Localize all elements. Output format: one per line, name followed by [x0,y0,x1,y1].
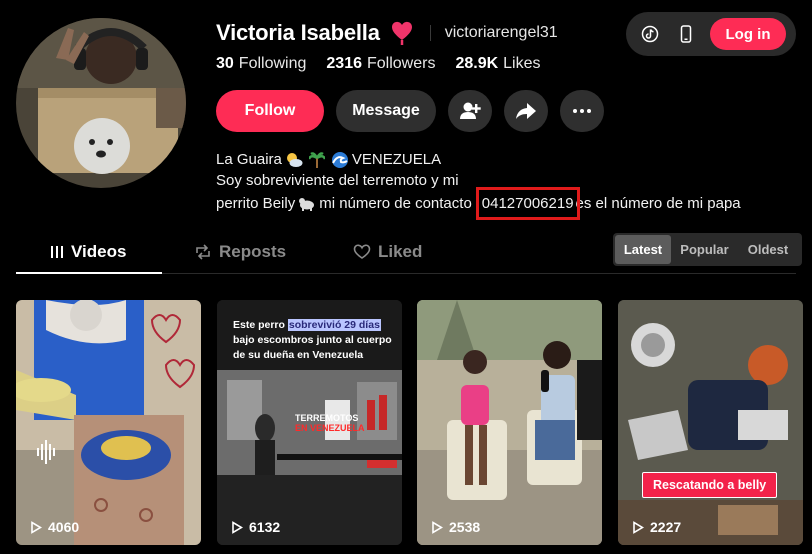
sort-latest[interactable]: Latest [615,235,671,264]
video-thumbnail [618,300,803,545]
video-card[interactable]: Rescatando a belly 2227 [618,300,803,545]
tab-reposts-label: Reposts [219,242,287,261]
contact-number-highlight: 04127006219 [475,187,580,220]
sun-cloud-emoji-icon [286,152,303,167]
video-caption-overlay: Este perro sobrevivió 29 días bajo escom… [233,318,393,363]
following-stat[interactable]: 30 Following [216,55,306,73]
video-thumbnail [417,300,602,545]
tab-liked[interactable]: Liked [353,230,422,274]
likes-stat: 28.9K Likes [455,55,540,73]
video-card[interactable]: 2538 [417,300,602,545]
video-thumbnail [16,300,201,545]
share-button[interactable] [504,90,548,132]
sort-popular[interactable]: Popular [671,235,738,264]
likes-label: Likes [503,55,541,72]
profile-actions: Follow Message [216,90,604,132]
heart-outline-icon [353,244,371,259]
likes-count: 28.9K [455,55,499,72]
following-count: 30 [216,55,234,72]
follow-button[interactable]: Follow [216,90,324,132]
bio-location: La Guaira [216,151,282,168]
add-user-icon [460,102,481,119]
tiktok-logo-icon [641,25,659,43]
tab-liked-label: Liked [378,242,423,261]
top-right-bar: Log in [626,12,796,56]
view-count-value: 2227 [650,519,682,535]
play-outline-icon [633,520,644,534]
play-outline-icon [232,520,243,534]
followers-count: 2316 [326,55,362,72]
tab-reposts[interactable]: Reposts [194,230,286,274]
heart-emoji-icon [391,21,412,45]
video-card[interactable]: Este perro sobrevivió 29 días bajo escom… [217,300,402,545]
mobile-phone-icon [680,25,692,43]
wave-emoji-icon [331,151,348,168]
bio-contact-note: es el número de mi papa [575,195,741,212]
view-count-value: 4060 [48,519,80,535]
display-name: Victoria Isabella [216,20,380,45]
caption-highlight: sobrevivió 29 días [287,319,381,331]
bio-dog-text: perrito Beily [216,195,296,212]
caption-post: bajo escombros junto al cuerpo de su due… [233,334,392,361]
tiktok-app-button[interactable] [636,20,664,48]
tab-videos-label: Videos [71,242,127,261]
bio-contact-label: mi número de contacto [319,195,472,212]
sort-selector: Latest Popular Oldest [613,233,802,266]
username: victoriarengel31 [444,24,558,41]
news-banner: TERREMOTOS EN VENEZUELA [295,413,365,433]
followers-stat[interactable]: 2316 Followers [326,55,435,73]
bio-line-1: La Guaira VENEZUELA [216,149,741,170]
more-options-button[interactable] [560,90,604,132]
play-outline-icon [31,520,42,534]
active-tab-indicator [16,272,162,274]
view-count: 2538 [431,519,480,535]
name-divider [429,25,431,41]
view-count: 6132 [231,519,280,535]
share-arrow-icon [516,103,536,119]
bio-line-3: perrito Beily mi número de contacto 0412… [216,187,741,220]
palm-tree-emoji-icon [308,151,325,168]
grid-icon [51,246,63,258]
tab-videos[interactable]: Videos [50,230,126,274]
following-label: Following [238,55,307,72]
view-count-value: 6132 [249,519,281,535]
profile-bio: La Guaira VENEZUELA Soy sobreviviente de… [216,149,741,220]
news-banner-line2: EN VENEZUELA [295,423,365,433]
login-button[interactable]: Log in [710,18,786,50]
news-banner-line1: TERREMOTOS [295,413,359,423]
bio-country: VENEZUELA [351,151,442,168]
play-outline-icon [432,520,443,534]
profile-header: Victoria Isabella victoriarengel31 [216,18,558,48]
view-count: 2227 [632,519,681,535]
followers-label: Followers [366,55,436,72]
profile-avatar [16,18,186,188]
video-card[interactable]: 4060 [16,300,201,545]
view-count-value: 2538 [449,519,481,535]
repost-icon [196,244,210,260]
profile-stats: 30 Following 2316 Followers 28.9K Likes [216,55,541,73]
dog-emoji-icon [299,197,315,211]
mobile-app-button[interactable] [672,20,700,48]
add-friend-button[interactable] [448,90,492,132]
more-dots-icon [573,109,591,113]
sort-oldest[interactable]: Oldest [738,235,798,264]
view-count: 4060 [30,519,79,535]
message-button[interactable]: Message [336,90,436,132]
caption-pre: Este perro [233,319,285,331]
video-caption-chip: Rescatando a belly [642,472,778,498]
